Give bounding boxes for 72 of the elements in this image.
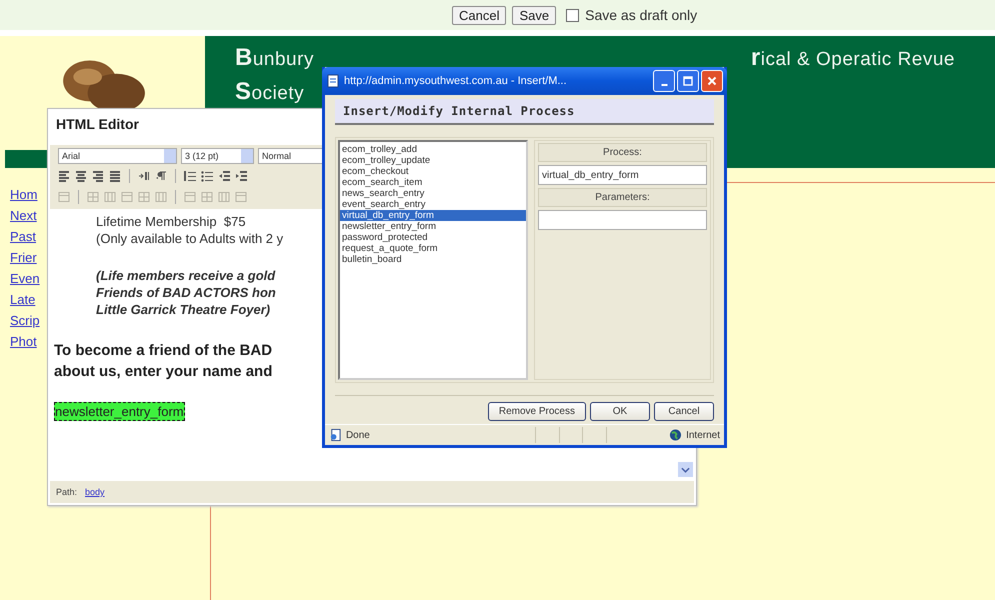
process-list-item[interactable]: bulletin_board (340, 254, 526, 265)
nav-link[interactable]: Phot (10, 333, 37, 351)
lead-text: about us, enter your name and (54, 362, 272, 382)
process-list-item[interactable]: request_a_quote_form (340, 243, 526, 254)
maximize-button[interactable] (677, 70, 699, 92)
align-justify-icon[interactable] (109, 170, 121, 182)
body-text: Lifetime Membership $75 (96, 213, 246, 230)
process-list[interactable] (338, 140, 528, 380)
align-center-icon[interactable] (75, 170, 87, 182)
caret-icon (681, 466, 690, 472)
draft-checkbox[interactable] (566, 8, 580, 22)
size-select[interactable]: 3 (12 pt) (181, 148, 254, 164)
path-label: Path: (56, 487, 78, 497)
process-list-item[interactable]: virtual_db_entry_form (340, 210, 526, 221)
nav-link[interactable]: Scrip (10, 312, 40, 330)
align-right-icon[interactable] (92, 170, 104, 182)
process-list-item[interactable]: ecom_search_item (340, 177, 526, 188)
font-select[interactable]: Arial (58, 148, 177, 164)
paragraph-icon[interactable] (155, 170, 167, 182)
page-icon (326, 74, 340, 88)
page-icon (329, 428, 342, 442)
path-link[interactable]: body (85, 487, 105, 497)
field-label: Process: (538, 143, 707, 162)
process-list-item[interactable]: ecom_trolley_update (340, 155, 526, 166)
scroll-down-button[interactable] (678, 462, 693, 477)
top-bar-button[interactable]: Save (512, 6, 556, 24)
process-tag[interactable]: newsletter_entry_form (54, 402, 185, 421)
nav-link[interactable]: Hom (10, 186, 38, 204)
close-icon (707, 76, 717, 86)
site-title: Bunbury (235, 44, 314, 72)
nav-link[interactable]: Frier (10, 249, 37, 267)
field-label: Parameters: (538, 188, 707, 207)
numbered-list-icon[interactable] (184, 170, 196, 182)
close-button[interactable] (701, 70, 723, 92)
maximize-icon (683, 76, 693, 86)
process-list-item[interactable]: newsletter_entry_form (340, 221, 526, 232)
note-text: (Life members receive a gold (96, 267, 276, 284)
top-bar-button[interactable]: Cancel (452, 6, 506, 24)
process-list-item[interactable]: password_protected (340, 232, 526, 243)
body-text: (Only available to Adults with 2 y (96, 230, 284, 247)
outdent-icon[interactable] (218, 170, 230, 182)
nav-link[interactable]: Even (10, 270, 40, 288)
dialog-button[interactable]: Cancel (654, 402, 714, 421)
process-list-item[interactable]: ecom_checkout (340, 166, 526, 177)
process-list-item[interactable]: news_search_entry (340, 188, 526, 199)
window-title: HTML Editor (55, 115, 140, 134)
minimize-icon (660, 84, 668, 86)
parameters-field[interactable] (538, 210, 707, 230)
process-list-item[interactable]: event_search_entry (340, 199, 526, 210)
dialog-heading: Insert/Modify Internal Process (335, 99, 714, 125)
checkbox-label: Save as draft only (585, 7, 698, 23)
dialog-title: http://admin.mysouthwest.com.au - Insert/M... (344, 75, 568, 87)
nav-link[interactable]: Past (10, 228, 36, 246)
align-left-icon[interactable] (58, 170, 70, 182)
note-text: Little Garrick Theatre Foyer) (96, 301, 270, 318)
note-text: Friends of BAD ACTORS hon (96, 284, 276, 301)
ltr-icon[interactable] (138, 170, 150, 182)
indent-icon[interactable] (235, 170, 247, 182)
lead-text: To become a friend of the BAD (54, 341, 272, 361)
dialog-button[interactable]: Remove Process (488, 402, 586, 421)
status-zone: Internet (686, 430, 720, 440)
status-text: Done (346, 430, 371, 440)
bullet-list-icon[interactable] (201, 170, 213, 182)
process-list-item[interactable]: ecom_trolley_add (340, 144, 526, 155)
site-title: Society (235, 78, 304, 106)
minimize-button[interactable] (653, 70, 675, 92)
site-title: rical & Operatic Revue (750, 44, 955, 72)
dialog-button[interactable]: OK (590, 402, 650, 421)
process-field[interactable]: virtual_db_entry_form (538, 165, 707, 185)
nav-link[interactable]: Late (10, 291, 36, 309)
globe-icon (669, 428, 682, 442)
nav-link[interactable]: Next (10, 207, 37, 225)
